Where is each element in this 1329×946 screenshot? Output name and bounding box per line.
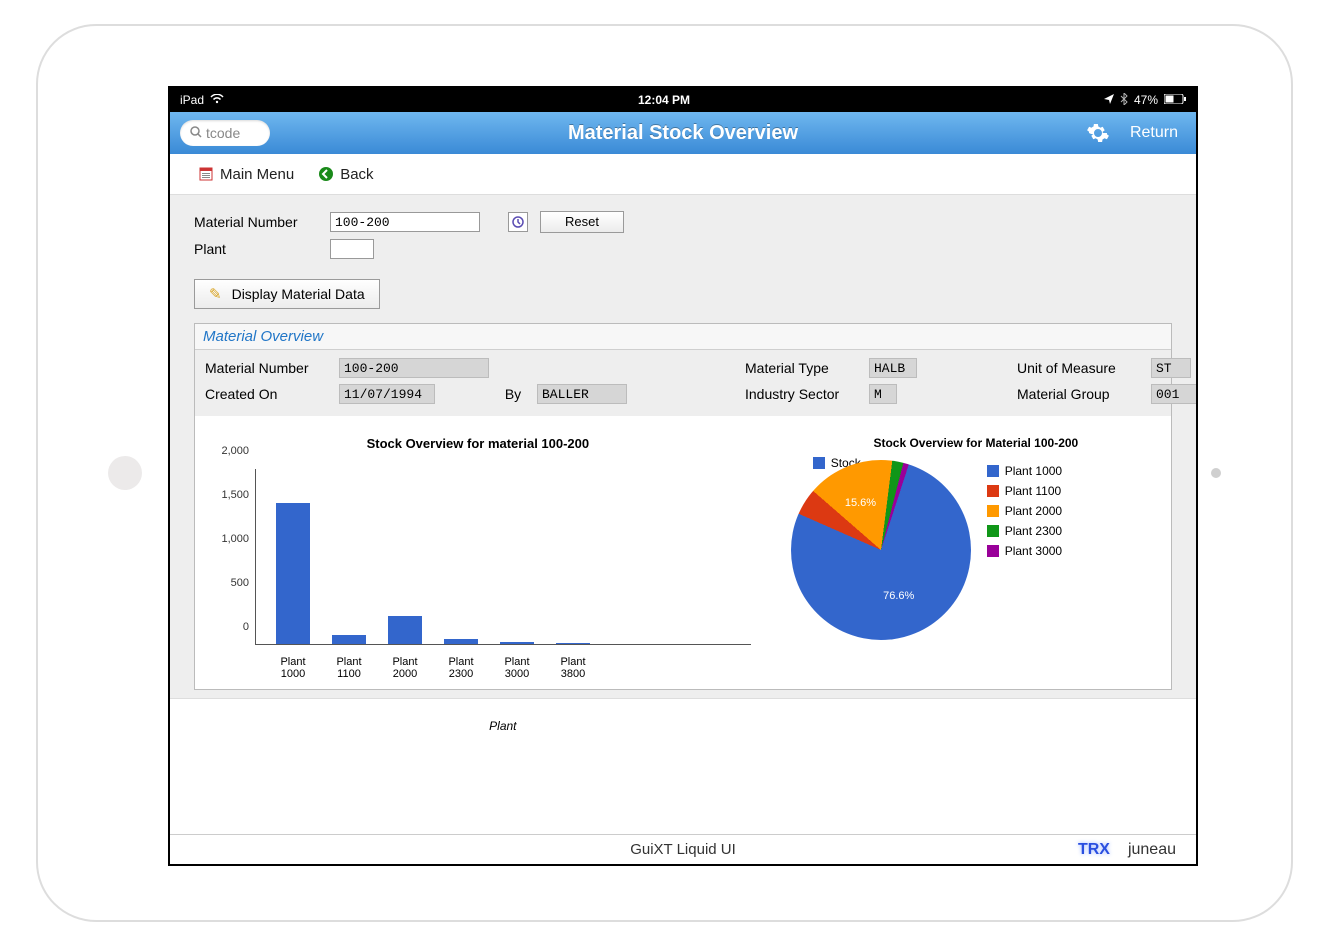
pie-legend-swatch [987,485,999,497]
bar [388,616,422,644]
clock: 12:04 PM [638,93,690,107]
nav-toolbar: Main Menu Back [170,154,1196,194]
device-label: iPad [180,93,204,107]
ov-material-type-label: Material Type [745,360,865,376]
pie-chart-graphic: 76.6% 15.6% [791,460,971,640]
wifi-icon [210,93,224,107]
battery-percent: 47% [1134,93,1158,107]
battery-icon [1164,93,1186,107]
main-menu-icon [198,166,214,182]
reset-button[interactable]: Reset [540,211,624,233]
pie-legend-label: Plant 3000 [1005,544,1062,558]
ov-uom-label: Unit of Measure [1017,360,1147,376]
location-icon [1104,93,1114,107]
bar-ytick: 1,500 [221,489,249,501]
pie-legend-item: Plant 2000 [987,504,1062,518]
ios-status-bar: iPad 12:04 PM 47% [170,88,1196,112]
bar-ytick: 500 [231,577,249,589]
back-button[interactable]: Back [318,166,373,183]
bar-ytick: 1,000 [221,533,249,545]
search-form-area: Material Number Reset Plant ✎ Display Ma… [170,194,1196,699]
bar [444,639,478,644]
pie-legend-label: Plant 2300 [1005,524,1062,538]
execute-icon[interactable] [508,212,528,232]
bar [332,635,366,644]
material-number-label: Material Number [194,214,322,230]
ipad-bezel: iPad 12:04 PM 47% [36,24,1293,922]
camera-dot [1211,468,1221,478]
pie-legend-swatch [987,465,999,477]
return-button[interactable]: Return [1130,124,1178,142]
bar-ytick: 0 [243,621,249,633]
ov-industry-sector-value: M [869,384,897,404]
bar-ytick: 2,000 [221,445,249,457]
home-button[interactable] [108,456,142,490]
pie-legend-swatch [987,525,999,537]
display-material-data-button[interactable]: ✎ Display Material Data [194,279,380,309]
screen: iPad 12:04 PM 47% [168,86,1198,866]
gear-icon[interactable] [1086,121,1110,145]
ov-by-value: BALLER [537,384,627,404]
app-header: tcode Material Stock Overview Return [170,112,1196,154]
search-icon [190,126,202,141]
bar-legend-swatch [813,457,825,469]
pie-legend-item: Plant 1000 [987,464,1062,478]
plant-input[interactable] [330,239,374,259]
footer-center-text: GuiXT Liquid UI [170,841,1196,858]
bar-xcategory: Plant3000 [491,656,543,680]
ov-uom-value: ST [1151,358,1191,378]
ov-industry-sector-label: Industry Sector [745,386,865,402]
pie-legend-item: Plant 3000 [987,544,1062,558]
ov-material-group-label: Material Group [1017,386,1147,402]
page-title: Material Stock Overview [170,122,1196,145]
bar-xcategory: Plant1000 [267,656,319,680]
ov-by-label: By [493,386,533,402]
footer: GuiXT Liquid UI TRX juneau [170,834,1196,864]
bluetooth-icon [1120,93,1128,108]
pie-chart-legend: Plant 1000 Plant 1100 Plant 2000 Plant 2300… [987,464,1062,558]
pie-legend-label: Plant 1100 [1005,484,1062,498]
ov-material-type-value: HALB [869,358,917,378]
pie-legend-swatch [987,545,999,557]
ov-created-on-value: 11/07/1994 [339,384,435,404]
bar [500,642,534,644]
ov-material-number-value: 100-200 [339,358,489,378]
charts-area: Stock Overview for material 100-200 0 500… [195,416,1171,689]
display-material-data-label: Display Material Data [232,286,365,302]
bar-xcategory: Plant2000 [379,656,431,680]
back-icon [318,166,334,182]
bar [276,503,310,644]
material-overview-title: Material Overview [195,324,1171,350]
pie-legend-item: Plant 2300 [987,524,1062,538]
material-overview-section: Material Overview Material Number 100-20… [194,323,1172,690]
bar-chart: Stock Overview for material 100-200 0 500… [205,436,751,679]
material-number-input[interactable] [330,212,480,232]
plant-label: Plant [194,241,322,257]
back-label: Back [340,166,373,183]
bar-xcategory: Plant1100 [323,656,375,680]
pie-legend-item: Plant 1100 [987,484,1062,498]
pie-legend-swatch [987,505,999,517]
pie-legend-label: Plant 2000 [1005,504,1062,518]
bar-xcategory: Plant2300 [435,656,487,680]
tcode-search[interactable]: tcode [180,120,270,146]
tcode-search-placeholder: tcode [206,125,240,141]
ov-material-number-label: Material Number [205,360,335,376]
pie-legend-label: Plant 1000 [1005,464,1062,478]
pie-chart-title: Stock Overview for Material 100-200 [791,436,1161,450]
main-menu-label: Main Menu [220,166,294,183]
bar-xcategory: Plant3800 [547,656,599,680]
pie-slice-label: 15.6% [845,497,876,509]
main-menu-button[interactable]: Main Menu [198,166,294,183]
pie-chart: Stock Overview for Material 100-200 76.6… [791,436,1161,679]
pie-slice-label: 76.6% [883,590,914,602]
ov-material-group-value: 001 [1151,384,1198,404]
bar [556,643,590,644]
bar-chart-xlabel: Plant [489,719,516,733]
bar-chart-title: Stock Overview for material 100-200 [205,436,751,451]
pencil-icon: ✎ [209,285,222,303]
ipad-frame: iPad 12:04 PM 47% [0,0,1329,946]
ov-created-on-label: Created On [205,386,335,402]
